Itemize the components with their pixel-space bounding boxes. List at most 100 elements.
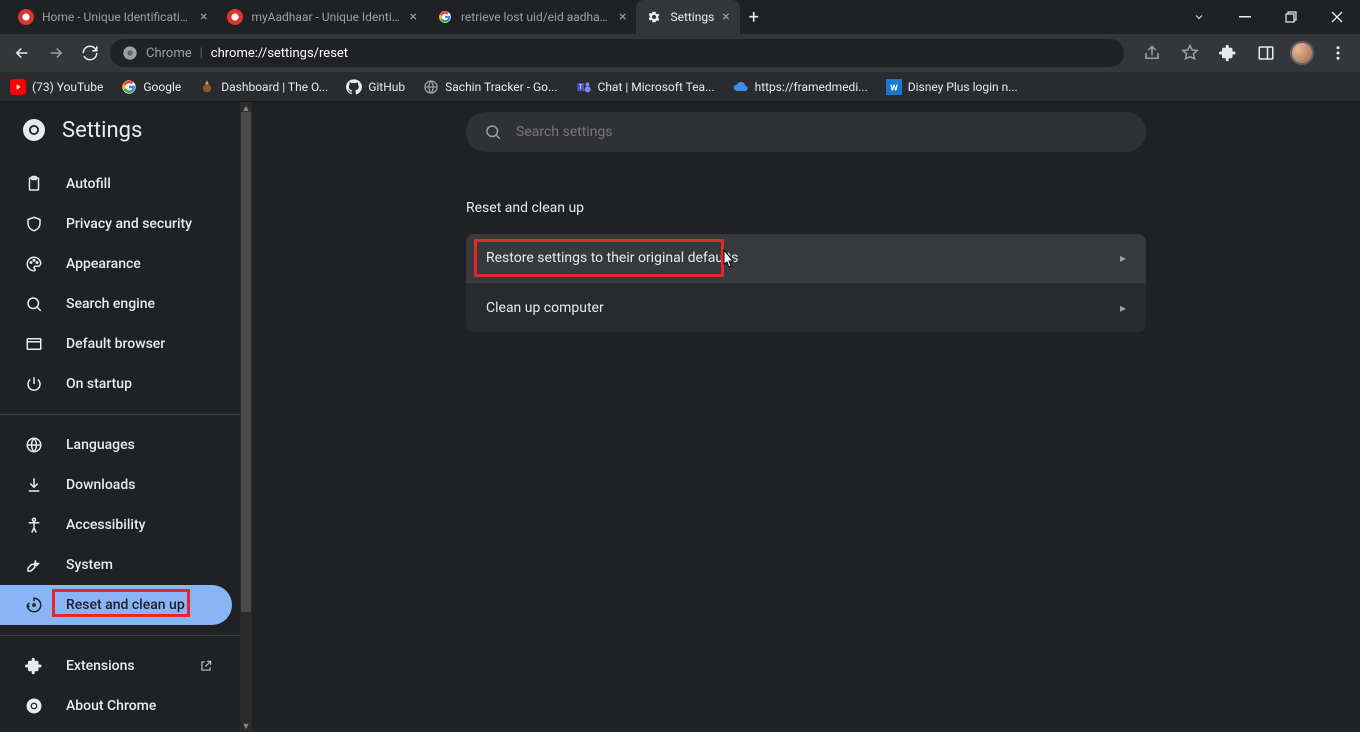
sidebar-item-extensions[interactable]: Extensions [0,646,232,686]
profile-avatar[interactable] [1290,41,1314,65]
wrench-icon [24,555,44,575]
tab-title: myAadhaar - Unique Identificatic [251,10,401,24]
extensions-button[interactable] [1214,39,1242,67]
download-icon [24,475,44,495]
bookmark-youtube[interactable]: (73) YouTube [10,79,103,95]
bookmark-teams[interactable]: TChat | Microsoft Tea... [576,79,715,95]
chrome-logo-icon [122,45,138,61]
titlebar: Home - Unique Identification Aut × myAad… [0,0,1360,34]
omnibox[interactable]: Chrome | chrome://settings/reset [110,39,1124,67]
sidebar-item-about[interactable]: About Chrome [0,686,232,726]
new-tab-button[interactable]: + [740,0,768,34]
globe-icon [24,435,44,455]
settings-search[interactable] [466,112,1146,152]
shield-icon [24,214,44,234]
minimize-button[interactable] [1222,0,1268,34]
close-icon[interactable]: × [722,10,729,24]
sidebar-label: Reset and clean up [66,597,185,613]
sidebar-label: Autofill [66,176,111,192]
open-external-icon [196,656,216,676]
svg-text:W: W [890,83,898,93]
globe-icon [423,79,439,95]
bookmark-github[interactable]: GitHub [346,79,405,95]
close-icon[interactable]: × [409,10,416,24]
bookmark-disney[interactable]: WDisney Plus login n... [886,79,1018,95]
settings-search-input[interactable] [516,124,1128,140]
bookmark-tracker[interactable]: Sachin Tracker - Go... [423,79,557,95]
tab-2[interactable]: retrieve lost uid/eid aadhar - Goo × [427,0,636,34]
sidebar-scrollbar[interactable]: ▲ ▼ [240,102,252,732]
search-icon [484,123,502,141]
svg-text:T: T [578,84,582,91]
sidebar-item-default-browser[interactable]: Default browser [0,324,232,364]
sidebar-item-system[interactable]: System [0,545,232,585]
section-heading: Reset and clean up [466,200,1146,216]
sidebar-item-appearance[interactable]: Appearance [0,244,232,284]
close-icon[interactable]: × [200,10,207,24]
bookmark-framed[interactable]: https://framedmedi... [733,79,868,95]
sidebar-item-on-startup[interactable]: On startup [0,364,232,404]
bookmark-label: Sachin Tracker - Go... [445,80,557,94]
close-icon[interactable]: × [619,10,626,24]
window-controls [1176,0,1360,34]
sidebar-label: Accessibility [66,517,145,533]
share-button[interactable] [1138,39,1166,67]
bookmark-button[interactable] [1176,39,1204,67]
chevron-right-icon: ▸ [1120,251,1126,265]
tab-title: Home - Unique Identification Aut [42,10,192,24]
omnibox-divider: | [200,46,203,61]
close-window-button[interactable] [1314,0,1360,34]
bookmark-google[interactable]: Google [121,79,181,95]
clipboard-icon [24,174,44,194]
omnibox-chip: Chrome [146,46,192,61]
sidebar-item-languages[interactable]: Languages [0,425,232,465]
bookmark-dashboard[interactable]: Dashboard | The O... [199,79,328,95]
forward-button[interactable] [42,39,70,67]
sidebar-label: Default browser [66,336,165,352]
bookmark-label: GitHub [368,80,405,94]
power-icon [24,374,44,394]
tab-3[interactable]: Settings × [636,0,739,34]
bookmarks-bar: (73) YouTube Google Dashboard | The O...… [0,72,1360,102]
sidebar-item-autofill[interactable]: Autofill [0,164,232,204]
scroll-thumb[interactable] [241,112,251,612]
row-cleanup-computer[interactable]: Clean up computer ▸ [466,283,1146,332]
tab-strip: Home - Unique Identification Aut × myAad… [0,0,1176,34]
content: Settings Autofill Privacy and security A… [0,102,1360,732]
row-label: Clean up computer [486,300,604,316]
reload-button[interactable] [76,39,104,67]
settings-title: Settings [62,118,142,143]
side-panel-button[interactable] [1252,39,1280,67]
chrome-logo-icon [22,118,46,142]
row-restore-defaults[interactable]: Restore settings to their original defau… [466,234,1146,283]
tab-title: Settings [670,10,714,24]
scroll-down-icon[interactable]: ▼ [240,720,252,732]
youtube-icon [10,79,26,95]
google-icon [437,9,453,25]
github-icon [346,79,362,95]
menu-button[interactable] [1324,39,1352,67]
tab-0[interactable]: Home - Unique Identification Aut × [8,0,217,34]
tab-search-button[interactable] [1176,0,1222,34]
toolbar: Chrome | chrome://settings/reset [0,34,1360,72]
tab-title: retrieve lost uid/eid aadhar - Goo [461,10,611,24]
back-button[interactable] [8,39,36,67]
chrome-logo-icon [24,696,44,716]
sidebar-label: Privacy and security [66,216,192,232]
sidebar-item-reset[interactable]: Reset and clean up [0,585,232,625]
tab-1[interactable]: myAadhaar - Unique Identificatic × [217,0,426,34]
separator [0,635,240,636]
sidebar-label: Extensions [66,658,135,674]
browser-icon [24,334,44,354]
row-label: Restore settings to their original defau… [486,250,738,266]
palette-icon [24,254,44,274]
sidebar-item-accessibility[interactable]: Accessibility [0,505,232,545]
sidebar-item-privacy[interactable]: Privacy and security [0,204,232,244]
restore-icon [24,595,44,615]
sidebar-item-search-engine[interactable]: Search engine [0,284,232,324]
bookmark-label: Google [143,80,181,94]
maximize-button[interactable] [1268,0,1314,34]
sidebar-label: Languages [66,437,135,453]
sidebar-item-downloads[interactable]: Downloads [0,465,232,505]
sidebar-label: System [66,557,113,573]
